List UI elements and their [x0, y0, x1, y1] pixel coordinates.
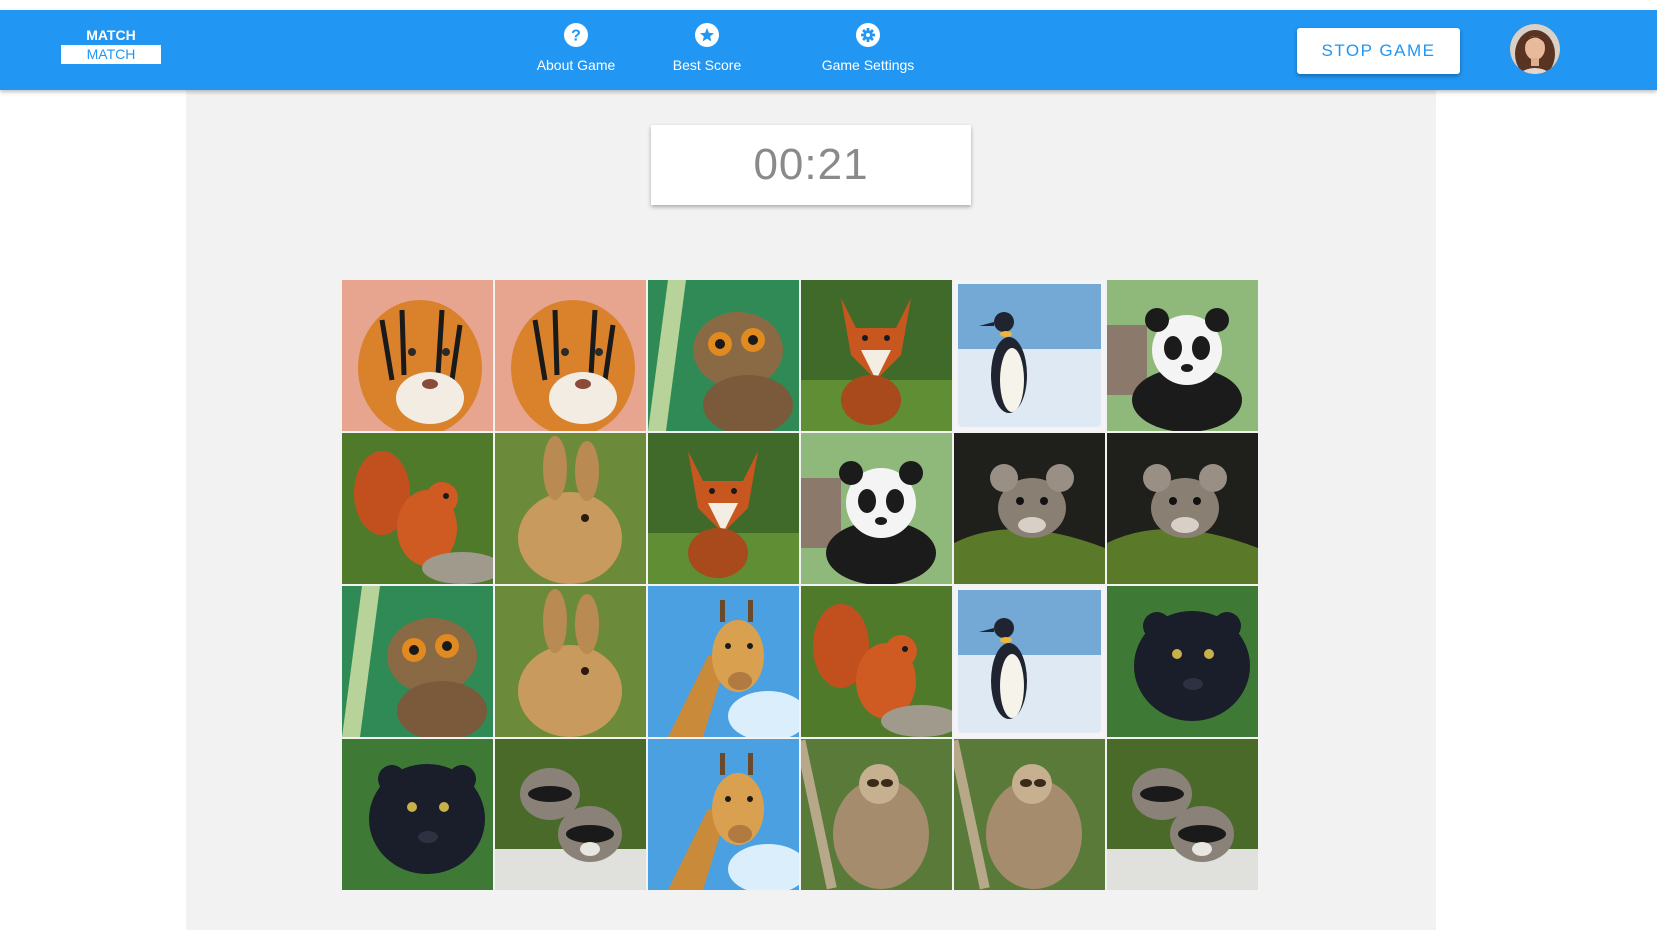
card-squirrel[interactable] — [801, 586, 952, 737]
panther-image — [1107, 586, 1258, 737]
card-raccoon[interactable] — [1107, 739, 1258, 890]
tiger-image — [495, 280, 646, 431]
giraffe-image — [648, 739, 799, 890]
card-raccoon[interactable] — [495, 739, 646, 890]
card-mouse[interactable] — [1107, 433, 1258, 584]
tarsier-image — [648, 280, 799, 431]
tarsier-image — [342, 586, 493, 737]
card-giraffe[interactable] — [648, 586, 799, 737]
card-sloth[interactable] — [801, 739, 952, 890]
star-icon — [695, 23, 719, 47]
penguin-image — [954, 586, 1105, 737]
panda-image — [801, 433, 952, 584]
mouse-image — [1107, 433, 1258, 584]
squirrel-image — [801, 586, 952, 737]
question-icon: ? — [564, 23, 588, 47]
card-sloth[interactable] — [954, 739, 1105, 890]
top-strip — [0, 0, 1657, 10]
nav-game-settings[interactable]: Game Settings — [808, 22, 928, 73]
nav-best-score[interactable]: Best Score — [662, 22, 752, 73]
card-fox[interactable] — [648, 433, 799, 584]
card-giraffe[interactable] — [648, 739, 799, 890]
raccoon-image — [495, 739, 646, 890]
card-panther[interactable] — [1107, 586, 1258, 737]
card-panda[interactable] — [801, 433, 952, 584]
card-grid — [342, 280, 1258, 890]
penguin-image — [954, 280, 1105, 431]
card-squirrel[interactable] — [342, 433, 493, 584]
logo-top-text: MATCH — [86, 27, 136, 43]
game-area: 00:21 — [186, 90, 1436, 930]
nav-label: About Game — [536, 57, 616, 73]
card-panther[interactable] — [342, 739, 493, 890]
game-timer: 00:21 — [651, 125, 971, 205]
header-bar: MATCH MATCH ? About Game Best Score Game… — [0, 10, 1657, 90]
card-tarsier[interactable] — [648, 280, 799, 431]
mouse-image — [954, 433, 1105, 584]
logo-bottom-text: MATCH — [61, 45, 161, 64]
rabbit-image — [495, 586, 646, 737]
card-tiger[interactable] — [342, 280, 493, 431]
nav-label: Game Settings — [821, 57, 915, 73]
fox-image — [801, 280, 952, 431]
rabbit-image — [495, 433, 646, 584]
panda-image — [1107, 280, 1258, 431]
card-rabbit[interactable] — [495, 433, 646, 584]
raccoon-image — [1107, 739, 1258, 890]
user-avatar[interactable] — [1510, 24, 1560, 74]
card-penguin[interactable] — [954, 280, 1105, 431]
tiger-image — [342, 280, 493, 431]
card-tiger[interactable] — [495, 280, 646, 431]
nav-about-game[interactable]: ? About Game — [526, 22, 626, 73]
sloth-image — [801, 739, 952, 890]
gear-icon — [856, 23, 880, 47]
card-mouse[interactable] — [954, 433, 1105, 584]
squirrel-image — [342, 433, 493, 584]
card-tarsier[interactable] — [342, 586, 493, 737]
avatar-image — [1510, 24, 1560, 74]
sloth-image — [954, 739, 1105, 890]
card-fox[interactable] — [801, 280, 952, 431]
nav-label: Best Score — [672, 57, 742, 73]
card-rabbit[interactable] — [495, 586, 646, 737]
stop-game-button[interactable]: STOP GAME — [1297, 28, 1460, 74]
svg-text:?: ? — [571, 28, 581, 45]
card-penguin[interactable] — [954, 586, 1105, 737]
logo[interactable]: MATCH MATCH — [61, 26, 161, 66]
giraffe-image — [648, 586, 799, 737]
card-panda[interactable] — [1107, 280, 1258, 431]
fox-image — [648, 433, 799, 584]
panther-image — [342, 739, 493, 890]
